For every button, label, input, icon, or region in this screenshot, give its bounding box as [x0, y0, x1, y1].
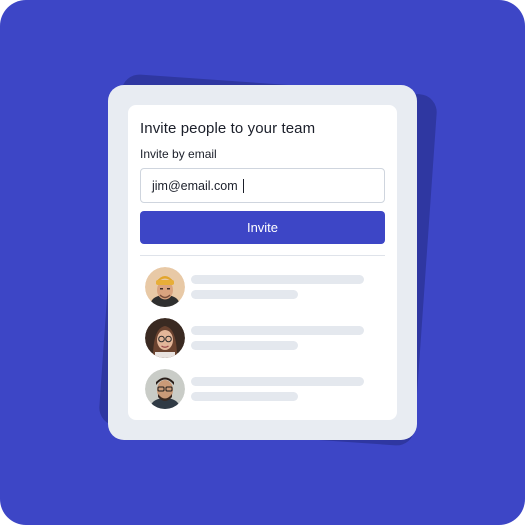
divider	[140, 255, 385, 256]
skeleton-detail-placeholder	[191, 392, 298, 401]
avatar	[145, 369, 185, 409]
skeleton-detail-placeholder	[191, 290, 298, 299]
invite-button[interactable]: Invite	[140, 211, 385, 244]
dialog-title: Invite people to your team	[140, 120, 316, 137]
avatar	[145, 318, 185, 358]
skeleton-detail-placeholder	[191, 341, 298, 350]
invite-dialog: Invite people to your team Invite by ema…	[128, 105, 397, 420]
skeleton-name-placeholder	[191, 275, 364, 284]
text-caret	[242, 178, 244, 193]
email-input[interactable]: jim@email.com	[140, 168, 385, 203]
email-label: Invite by email	[140, 147, 217, 161]
member-row	[145, 318, 385, 358]
skeleton-name-placeholder	[191, 326, 364, 335]
avatar	[145, 267, 185, 307]
member-row	[145, 267, 385, 307]
skeleton-name-placeholder	[191, 377, 364, 386]
member-row	[145, 369, 385, 409]
email-input-value: jim@email.com	[152, 178, 238, 193]
